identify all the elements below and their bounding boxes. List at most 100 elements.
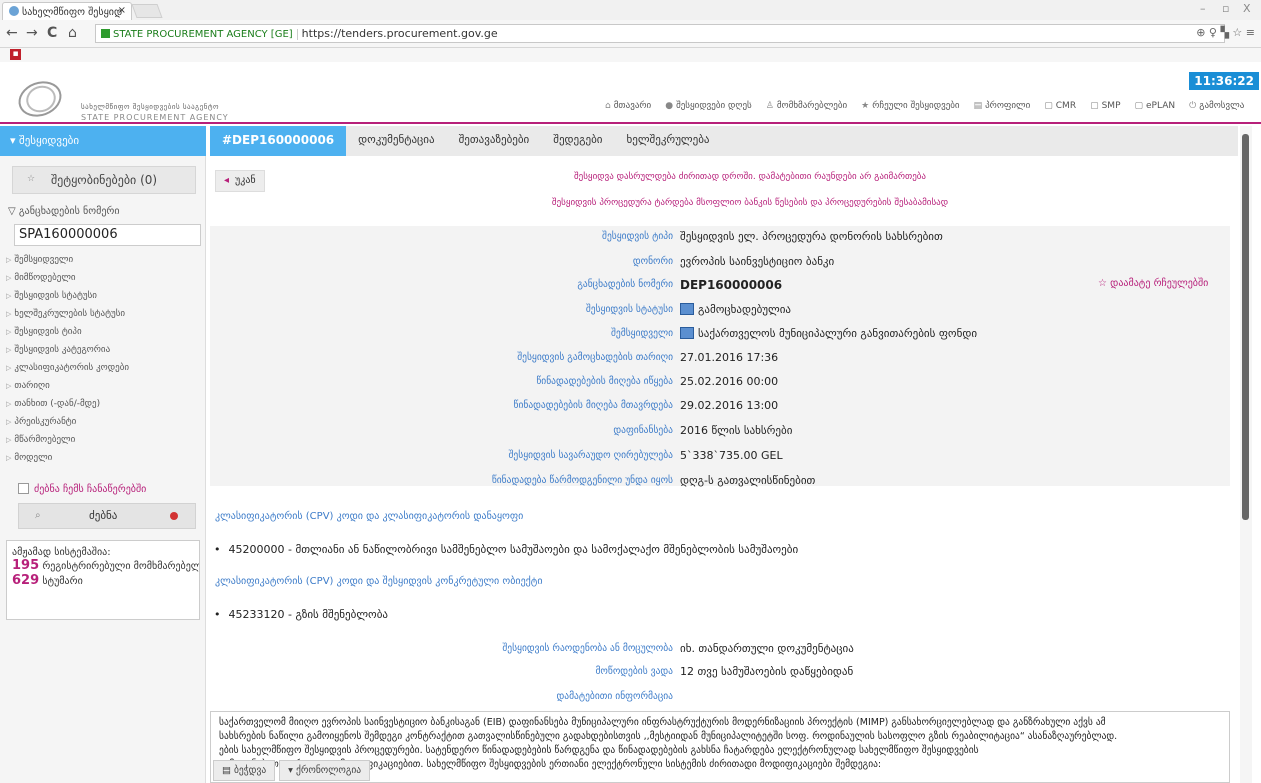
detail-value-text: 25.02.2016 00:00 [680,375,779,388]
minimize-icon[interactable]: – [1200,2,1206,15]
tab-item[interactable]: შეთავაზებები [447,126,542,156]
new-tab-button[interactable] [131,4,163,18]
reload-icon[interactable]: C [47,25,57,41]
description-line: საქართველომ მიიღო ევროპის საინვესტიციო ბ… [219,717,1106,728]
detail-key: შემსყიდველი [611,328,673,339]
topnav-label: რჩეული შესყიდვები [872,101,960,111]
detail-row: განცხადების ნომერი DEP160000006 [210,274,1230,298]
filter-item[interactable]: კლასიფიკატორის კოდები [6,359,129,377]
detail-value: 2016 წლის სახსრები [680,424,792,437]
topnav-label: CMR [1055,101,1077,111]
search-mine-checkbox[interactable]: ძებნა ჩემს ჩანაწერებში [18,483,146,495]
tab-close-icon[interactable]: × [118,5,126,16]
topnav-icon: ▤ [973,101,983,111]
tab-item[interactable]: დოკუმენტაცია [346,126,446,156]
detail-row: წინადადებების მიღება მთავრდება 29.02.2016… [210,395,1230,419]
scrollbar-thumb[interactable] [1242,134,1249,520]
top-navigation: ⌂ მთავარი ● შესყიდვები დღეს ♙ მომხმარებლები ★ რ… [598,98,1251,120]
description-line: სახსრების ნაწილი გამოიყენოს შემდეგი კონტ… [219,731,1118,742]
filter-item[interactable]: მოდელი [6,449,129,467]
detail-value: შესყიდვის ელ. პროცედურა დონორის სახსრები… [680,230,943,243]
tender-number-input[interactable]: SPA160000006 [14,224,201,246]
search-button[interactable]: ⌕ ძებნა [18,503,196,529]
cpv-section-link-2[interactable]: კლასიფიკატორის (CPV) კოდი და შესყიდვის კ… [215,576,543,587]
filter-item[interactable]: შესყიდვის ტიპი [6,323,129,341]
filter-number-label[interactable]: ▽ განცხადების ნომერი [8,206,120,217]
topnav-item[interactable]: ⌂ მთავარი [598,98,658,120]
topnav-icon: ● [665,101,674,111]
filter-item[interactable]: მიმწოდებელი [6,269,129,287]
filter-item[interactable]: თანხით (-დან/-მდე) [6,395,129,413]
filter-item[interactable]: მწარმოებელი [6,431,129,449]
topnav-item[interactable]: ▤ პროფილი [967,98,1038,120]
clear-filter-icon[interactable] [170,512,178,520]
bookmark-bar: ▪ [0,48,1261,62]
field-delivery: მოწოდების ვადა 12 თვე სამუშაოების დაწყები… [595,665,854,678]
search-label: ძებნა [89,509,118,522]
filter-item[interactable]: შესყიდვის სტატუსი [6,287,129,305]
browser-tab[interactable]: სახელმწიფო შესყიდ × [2,2,132,20]
scrollbar[interactable] [1240,126,1252,783]
tab-item[interactable]: #DEP160000006 [210,126,347,156]
maximize-icon[interactable]: ▫ [1222,2,1229,15]
registered-users-count: 195 [12,558,40,573]
filter-list: შემსყიდველიმიმწოდებელიშესყიდვის სტატუსიხ… [6,251,129,467]
topnav-item[interactable]: ▢ CMR [1037,98,1083,120]
notifications-button[interactable]: ☆ შეტყობინებები (0) [12,166,196,194]
tab-item[interactable]: ხელშეკრულება [615,126,722,156]
extension-icons[interactable]: ⊕ ♀ ▚ ☆ ≡ [1196,26,1255,39]
home-icon[interactable]: ⌂ [68,25,77,41]
filter-item[interactable]: თარიღი [6,377,129,395]
tab-item[interactable]: შედეგები [541,126,614,156]
topnav-icon: ▢ [1134,101,1144,111]
close-window-icon[interactable]: X [1243,2,1251,15]
detail-value: დღგ-ს გათვალისწინებით [680,474,815,487]
topnav-item[interactable]: ● შესყიდვები დღეს [658,98,759,120]
detail-value: 27.01.2016 17:36 [680,351,778,364]
url-input[interactable]: STATE PROCUREMENT AGENCY [GE] https://ten… [95,24,1225,43]
topnav-item[interactable]: ♙ მომხმარებლები [759,98,854,120]
bookmark-icon[interactable]: ▪ [10,49,21,60]
forward-icon[interactable]: → [26,25,38,41]
back-icon[interactable]: ← [6,25,18,41]
detail-key: შესყიდვის სტატუსი [585,304,673,315]
detail-key: წინადადებების მიღება მთავრდება [513,400,673,411]
detail-row: წინადადება წარმოდგენილი უნდა იყოს დღგ-ს გ… [210,470,1230,494]
notice-worldbank: შესყიდვის პროცედურა ტარდება მსოფლიო ბანკ… [551,198,949,208]
notice-rounds: შესყიდვა დასრულდება ძირითად დროში. დამატ… [573,172,926,182]
topnav-item[interactable]: ▢ ePLAN [1128,98,1183,120]
logo-text-en: STATE PROCUREMENT AGENCY [81,113,229,122]
stats-title: ამჟამად სისტემაშია: [12,547,111,558]
lock-icon [101,29,110,38]
sidebar-header[interactable]: ▾ შესყიდვები [0,126,206,156]
topnav-icon: ▢ [1044,101,1053,111]
topnav-item[interactable]: ▢ SMP [1083,98,1127,120]
cpv-section-link-1[interactable]: კლასიფიკატორის (CPV) კოდი და კლასიფიკატო… [215,511,523,522]
topnav-icon: ▢ [1090,101,1099,111]
topnav-icon: ⌂ [605,101,611,111]
cpv-item-2: • 45233120 - გზის მშენებლობა [214,608,388,621]
filter-item[interactable]: პრეისკურანტი [6,413,129,431]
tender-details: შესყიდვის ტიპი შესყიდვის ელ. პროცედურა დო… [210,226,1230,487]
filter-item[interactable]: შესყიდვის კატეგორია [6,341,129,359]
filter-item[interactable]: შემსყიდველი [6,251,129,269]
add-to-favorites-link[interactable]: ☆ დაამატე რჩეულებში [1098,278,1208,289]
detail-row: შესყიდვის გამოცხადების თარიღი 27.01.2016 … [210,347,1230,371]
detail-key: წინადადება წარმოდგენილი უნდა იყოს [491,475,673,486]
back-button[interactable]: ◂ უკან [215,170,265,192]
detail-key: შესყიდვის ტიპი [602,231,673,242]
checkbox-icon[interactable] [18,483,29,494]
topnav-label: გამოსვლა [1199,101,1245,111]
detail-value-text: 27.01.2016 17:36 [680,351,779,364]
detail-value: 29.02.2016 13:00 [680,399,778,412]
detail-value: ევროპის საინვესტიციო ბანკი [680,255,834,268]
print-button[interactable]: ▤ ბეჭდვა [213,760,276,781]
chronology-button[interactable]: ▾ ქრონოლოგია [279,760,371,781]
ev-certificate-badge[interactable]: STATE PROCUREMENT AGENCY [GE] [101,29,298,40]
status-icon [680,327,694,339]
filter-item[interactable]: ხელშეკრულების სტატუსი [6,305,129,323]
field-more-info: დამატებითი ინფორმაცია [556,691,673,702]
topnav-item[interactable]: ★ რჩეული შესყიდვები [854,98,966,120]
topnav-label: SMP [1101,101,1121,111]
topnav-item[interactable]: ⏻ გამოსვლა [1182,98,1251,120]
